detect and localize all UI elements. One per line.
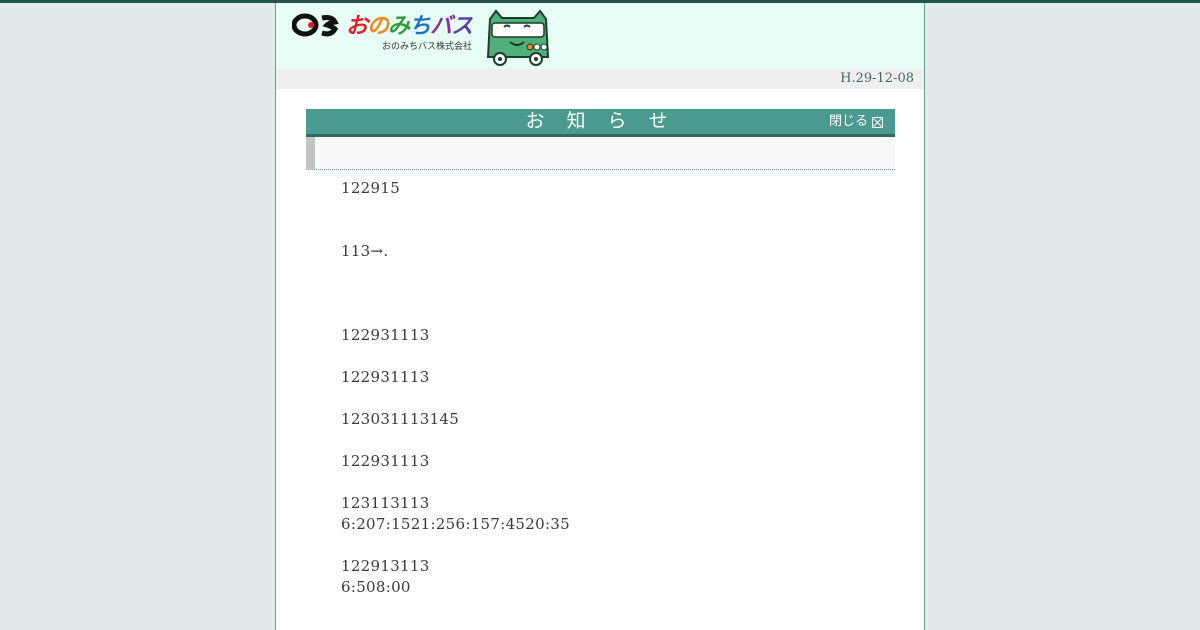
close-button[interactable]: 閉じる [829, 114, 883, 130]
onomichi-bus-logo[interactable]: おのみちバス おのみちバス株式会社 [292, 11, 482, 53]
notice-line: 123031113145 [341, 410, 460, 428]
notice-line: 122913113 [341, 557, 430, 575]
logo-title-char: み [388, 14, 410, 39]
logo-title-char: バ [430, 14, 452, 39]
notice-line: 122915 [341, 179, 401, 197]
notice-title: お 知 ら せ [525, 110, 676, 132]
logo-title-char: ち [409, 14, 431, 39]
logo-mark-icon [292, 13, 339, 37]
notice-header: お 知 ら せ 閉じる [306, 109, 895, 137]
logo-title-char: ス [451, 14, 473, 39]
notice-line: 122931113 [341, 326, 430, 344]
notice-line: 122931113 [341, 368, 430, 386]
notice-line: 122931113 [341, 452, 430, 470]
notice-line: 123113113 [341, 494, 430, 512]
company-name: おのみちバス株式会社 [382, 42, 473, 52]
notice-panel: お 知 ら せ 閉じる [306, 109, 895, 170]
notice-line: 6:508:00 [341, 578, 411, 596]
notice-line: 6:207:1521:256:157:4520:35 [341, 515, 570, 533]
bus-mascot-icon [486, 9, 550, 66]
page-container: おのみちバス おのみちバス株式会社 H.29-12-08 お 知 ら せ 閉じる [275, 3, 925, 630]
notice-body: 122915 113→. 122931113 122931113 1230311… [341, 178, 881, 598]
logo-title-char: の [367, 14, 389, 39]
site-header: おのみちバス おのみちバス株式会社 [276, 3, 924, 69]
notice-line: 113→. [341, 242, 389, 260]
logo-title: おのみちバス [346, 8, 473, 40]
close-label: 閉じる [828, 114, 868, 129]
logo-title-char: お [346, 14, 368, 39]
close-icon [872, 116, 883, 128]
notice-subheading [306, 137, 895, 170]
update-date: H.29-12-08 [276, 69, 924, 89]
